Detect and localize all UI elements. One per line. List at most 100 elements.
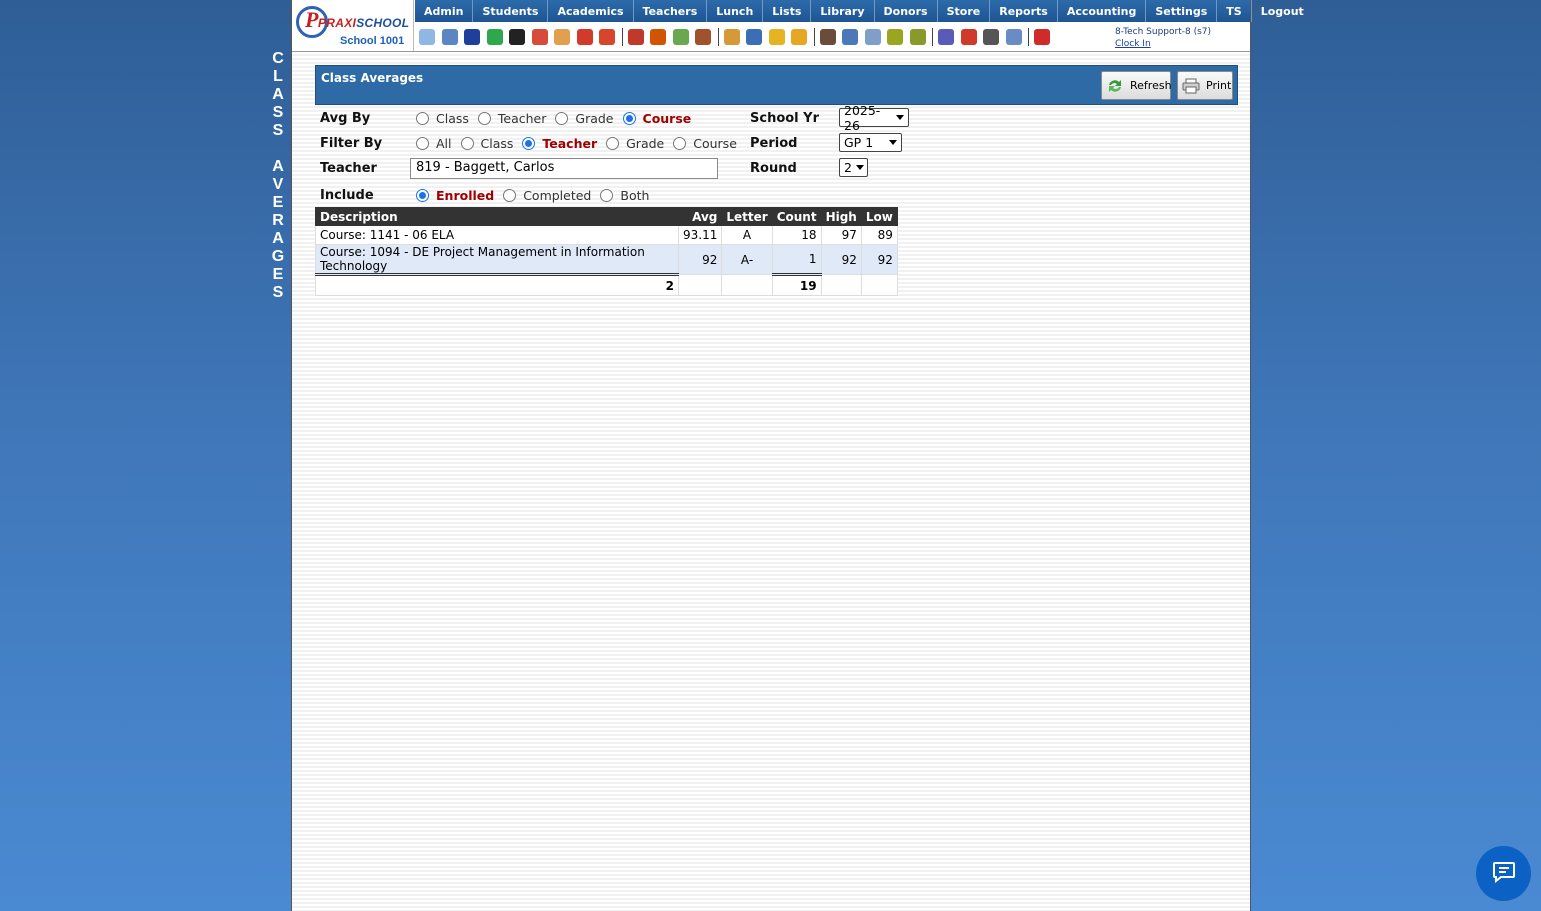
menu-admin[interactable]: Admin bbox=[415, 0, 474, 22]
teacher-label: Teacher bbox=[320, 161, 377, 176]
logo-name-part-a: PRAXI bbox=[318, 16, 357, 30]
title-letter: G bbox=[271, 248, 285, 265]
print-button[interactable]: Print bbox=[1177, 71, 1233, 100]
menu-donors[interactable]: Donors bbox=[875, 0, 938, 22]
include-both-label: Both bbox=[620, 188, 650, 203]
filter-class-radio[interactable] bbox=[460, 137, 474, 150]
avg-by-options: Class Teacher Grade Course bbox=[416, 111, 700, 126]
list-icon[interactable] bbox=[864, 29, 881, 45]
chat-icon[interactable] bbox=[486, 29, 503, 45]
clock-in-link[interactable]: Clock In bbox=[1115, 38, 1211, 50]
table-row[interactable]: Course: 1094 - DE Project Management in … bbox=[315, 244, 898, 275]
cell-high: 97 bbox=[820, 225, 862, 245]
menu-reports[interactable]: Reports bbox=[990, 0, 1058, 22]
total-count: 19 bbox=[771, 273, 822, 296]
student-orange-icon[interactable] bbox=[650, 29, 666, 45]
menu-lists[interactable]: Lists bbox=[763, 0, 812, 22]
filter-by-options: All Class Teacher Grade Course bbox=[416, 136, 746, 151]
include-label: Include bbox=[320, 188, 374, 203]
chevron-down-icon bbox=[896, 115, 904, 120]
school-yr-select[interactable]: 2025-26 bbox=[839, 103, 909, 133]
include-enrolled-radio[interactable] bbox=[416, 189, 429, 202]
logo-name-part-b: SCHOOL bbox=[356, 16, 410, 30]
include-completed-radio[interactable] bbox=[503, 189, 517, 202]
filter-grade-radio[interactable] bbox=[606, 137, 620, 150]
col-count[interactable]: Count bbox=[771, 207, 822, 226]
praxischool-logo[interactable]: PRAXISCHOOL School 1001 bbox=[292, 0, 414, 51]
menu-logout[interactable]: Logout bbox=[1252, 0, 1313, 22]
period-select[interactable]: GP 1 bbox=[839, 133, 902, 152]
report-icon[interactable] bbox=[554, 29, 570, 45]
teacher-input[interactable]: 819 - Baggett, Carlos bbox=[410, 158, 718, 179]
chat-support-button[interactable] bbox=[1476, 846, 1531, 901]
menu-lunch[interactable]: Lunch bbox=[707, 0, 764, 22]
card-icon[interactable] bbox=[887, 29, 903, 45]
bell-icon[interactable] bbox=[768, 29, 785, 45]
filter-teacher-radio[interactable] bbox=[522, 137, 536, 150]
title-letter: C bbox=[272, 50, 284, 67]
cash-register-icon[interactable] bbox=[983, 29, 999, 45]
avg-by-class-radio[interactable] bbox=[416, 112, 429, 125]
teacher-icon[interactable] bbox=[819, 29, 836, 45]
include-enrolled-label: Enrolled bbox=[436, 188, 495, 203]
search-icon[interactable] bbox=[419, 29, 435, 45]
calendar-grid-icon[interactable] bbox=[441, 29, 458, 45]
col-high[interactable]: High bbox=[820, 207, 862, 226]
col-description[interactable]: Description bbox=[315, 207, 679, 226]
include-both-radio[interactable] bbox=[600, 189, 614, 202]
menu-teachers[interactable]: Teachers bbox=[634, 0, 708, 22]
arrow-right-icon[interactable] bbox=[791, 29, 807, 45]
flag-icon[interactable] bbox=[531, 29, 548, 45]
pdf-icon[interactable] bbox=[960, 29, 977, 45]
menu-ts[interactable]: TS bbox=[1217, 0, 1252, 22]
col-letter[interactable]: Letter bbox=[721, 207, 773, 226]
avg-by-teacher-label: Teacher bbox=[497, 111, 547, 126]
filter-course-radio[interactable] bbox=[673, 137, 687, 150]
title-letter: S bbox=[272, 284, 284, 301]
toolbar-separator bbox=[717, 28, 719, 46]
round-select[interactable]: 2 bbox=[839, 158, 868, 177]
clock-icon[interactable] bbox=[842, 29, 858, 45]
printer-icon[interactable] bbox=[909, 29, 926, 45]
avg-by-course-radio[interactable] bbox=[622, 112, 636, 125]
menu-accounting[interactable]: Accounting bbox=[1058, 0, 1147, 22]
toolbar-separator bbox=[621, 28, 623, 46]
email-at-icon[interactable] bbox=[464, 29, 480, 45]
avg-by-label: Avg By bbox=[320, 111, 371, 126]
menu-students[interactable]: Students bbox=[473, 0, 549, 22]
user-name: 8-Tech Support-8 (s7) bbox=[1115, 27, 1212, 37]
filter-by-label: Filter By bbox=[320, 136, 383, 151]
avg-by-course-label: Course bbox=[642, 111, 692, 126]
refresh-button[interactable]: Refresh bbox=[1101, 71, 1172, 100]
title-letter: L bbox=[273, 68, 283, 85]
total-avg-empty bbox=[677, 274, 723, 296]
table-row[interactable]: Course: 1141 - 06 ELA 93.11 A 18 97 89 bbox=[315, 225, 898, 245]
title-letter: A bbox=[272, 86, 284, 103]
col-low[interactable]: Low bbox=[860, 207, 898, 226]
mobile-phone-icon[interactable] bbox=[509, 29, 525, 45]
power-icon[interactable] bbox=[1034, 29, 1050, 45]
student-red-icon[interactable] bbox=[627, 29, 644, 45]
total-high-empty bbox=[820, 274, 862, 296]
round-value: 2 bbox=[844, 160, 852, 175]
print-label: Print bbox=[1206, 79, 1232, 92]
help-icon[interactable] bbox=[1005, 29, 1022, 45]
megaphone-icon[interactable] bbox=[599, 29, 615, 45]
ap-icon[interactable] bbox=[938, 29, 954, 45]
menu-store[interactable]: Store bbox=[938, 0, 991, 22]
menu-settings[interactable]: Settings bbox=[1146, 0, 1218, 22]
lunch-icon[interactable] bbox=[723, 29, 740, 45]
cell-low: 89 bbox=[860, 225, 898, 245]
avg-by-grade-radio[interactable] bbox=[555, 112, 569, 125]
calendar-icon[interactable] bbox=[576, 29, 593, 45]
col-avg[interactable]: Avg bbox=[677, 207, 723, 226]
money-icon[interactable] bbox=[672, 29, 689, 45]
title-gap bbox=[268, 140, 288, 158]
avg-by-teacher-radio[interactable] bbox=[477, 112, 491, 125]
book-icon[interactable] bbox=[746, 29, 762, 45]
menu-library[interactable]: Library bbox=[811, 0, 875, 22]
people-icon[interactable] bbox=[695, 29, 711, 45]
menu-academics[interactable]: Academics bbox=[548, 0, 634, 22]
filter-all-radio[interactable] bbox=[416, 137, 429, 150]
vertical-page-title: C L A S S A V E R A G E S bbox=[268, 50, 288, 302]
